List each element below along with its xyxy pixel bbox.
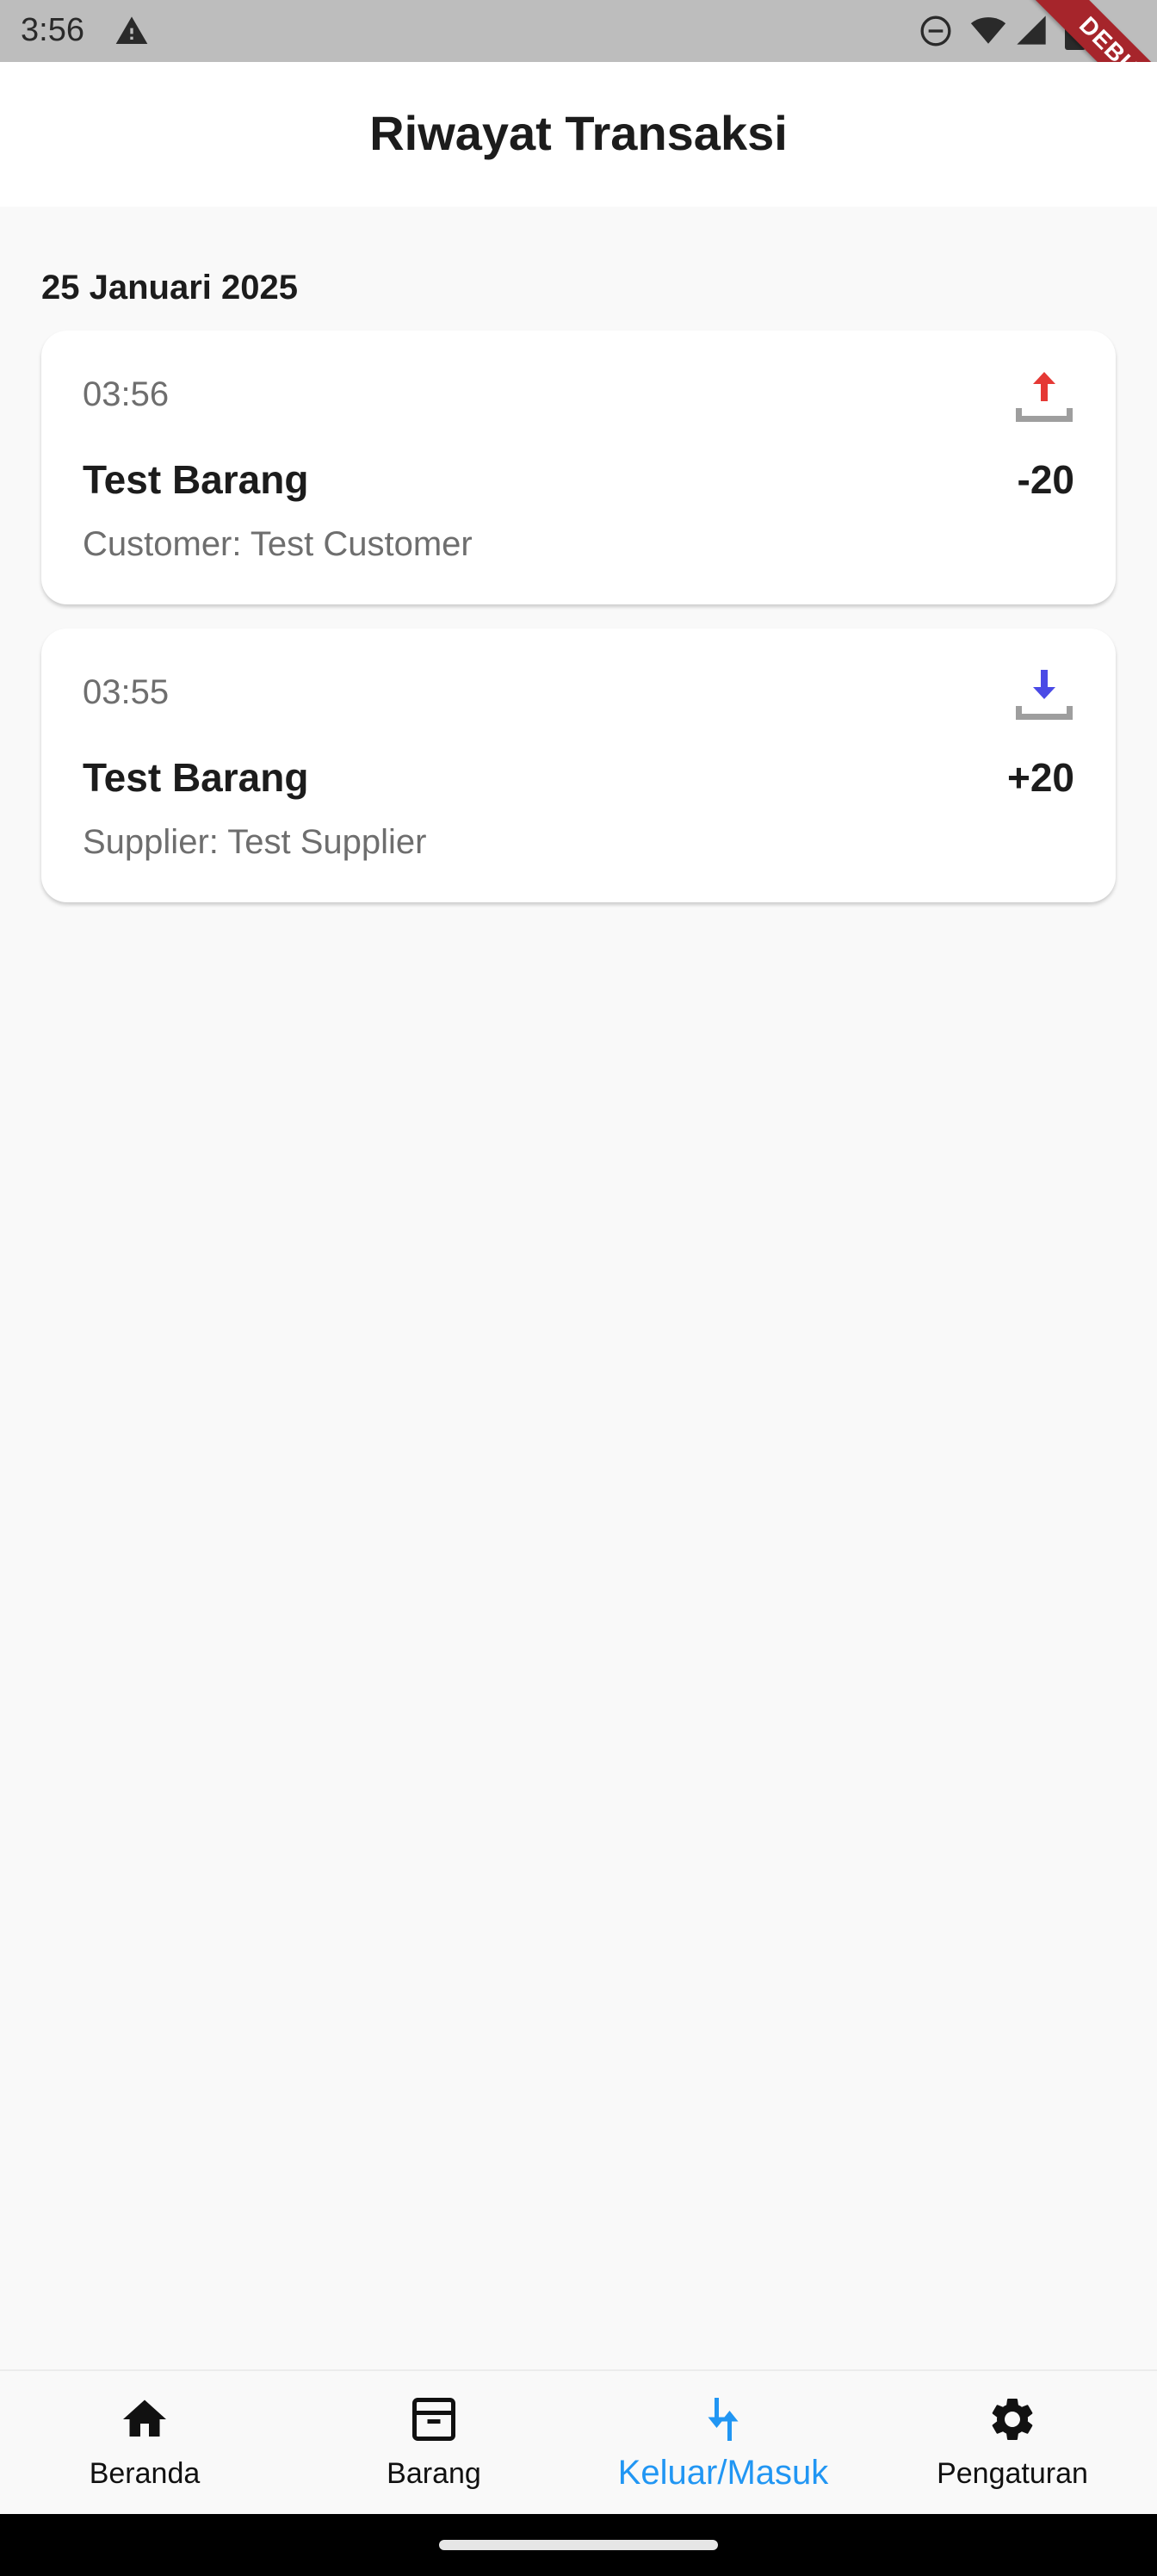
transaction-time: 03:56 bbox=[83, 375, 170, 413]
home-gesture-handle[interactable] bbox=[439, 2540, 718, 2550]
swap-vert-icon bbox=[708, 2398, 739, 2441]
transaction-card[interactable]: 03:56 Test Barang -20 Customer: Test Cus… bbox=[41, 331, 1116, 604]
transaction-party: Customer: Test Customer bbox=[83, 525, 473, 563]
gesture-navigation-area bbox=[0, 2514, 1157, 2576]
transaction-item-name: Test Barang bbox=[83, 457, 309, 502]
wifi-icon bbox=[970, 17, 1006, 44]
transaction-item-name: Test Barang bbox=[83, 755, 309, 800]
warning-icon bbox=[115, 16, 148, 44]
nav-label: Pengaturan bbox=[937, 2457, 1088, 2490]
signal-icon bbox=[1017, 15, 1046, 45]
status-bar: 3:56 DEBUG bbox=[0, 0, 1157, 146]
nav-label: Keluar/Masuk bbox=[617, 2454, 829, 2492]
gear-icon bbox=[992, 2399, 1033, 2440]
transaction-party: Supplier: Test Supplier bbox=[83, 823, 427, 861]
transaction-amount: +20 bbox=[1006, 755, 1074, 800]
app-bar: Riwayat Transaksi bbox=[0, 62, 1157, 207]
transaction-time: 03:55 bbox=[83, 673, 170, 711]
date-group-header: 25 Januari 2025 bbox=[41, 269, 298, 307]
bottom-navigation: Beranda Barang Keluar/Masuk Pengaturan bbox=[0, 2369, 1157, 2516]
nav-item-pengaturan[interactable]: Pengaturan bbox=[868, 2371, 1157, 2516]
do-not-disturb-icon bbox=[920, 15, 951, 46]
home-icon bbox=[123, 2400, 166, 2437]
archive-box-icon bbox=[412, 2398, 455, 2441]
page-title: Riwayat Transaksi bbox=[369, 106, 788, 160]
status-time: 3:56 bbox=[21, 12, 84, 48]
nav-label: Barang bbox=[387, 2457, 481, 2490]
download-icon bbox=[1016, 670, 1073, 720]
upload-icon bbox=[1016, 372, 1073, 422]
nav-label: Beranda bbox=[89, 2457, 201, 2490]
transaction-amount: -20 bbox=[1017, 457, 1074, 502]
nav-item-beranda[interactable]: Beranda bbox=[0, 2371, 289, 2516]
nav-item-barang[interactable]: Barang bbox=[289, 2371, 578, 2516]
nav-item-keluar-masuk[interactable]: Keluar/Masuk bbox=[578, 2371, 868, 2516]
transaction-card[interactable]: 03:55 Test Barang +20 Supplier: Test Sup… bbox=[41, 629, 1116, 902]
